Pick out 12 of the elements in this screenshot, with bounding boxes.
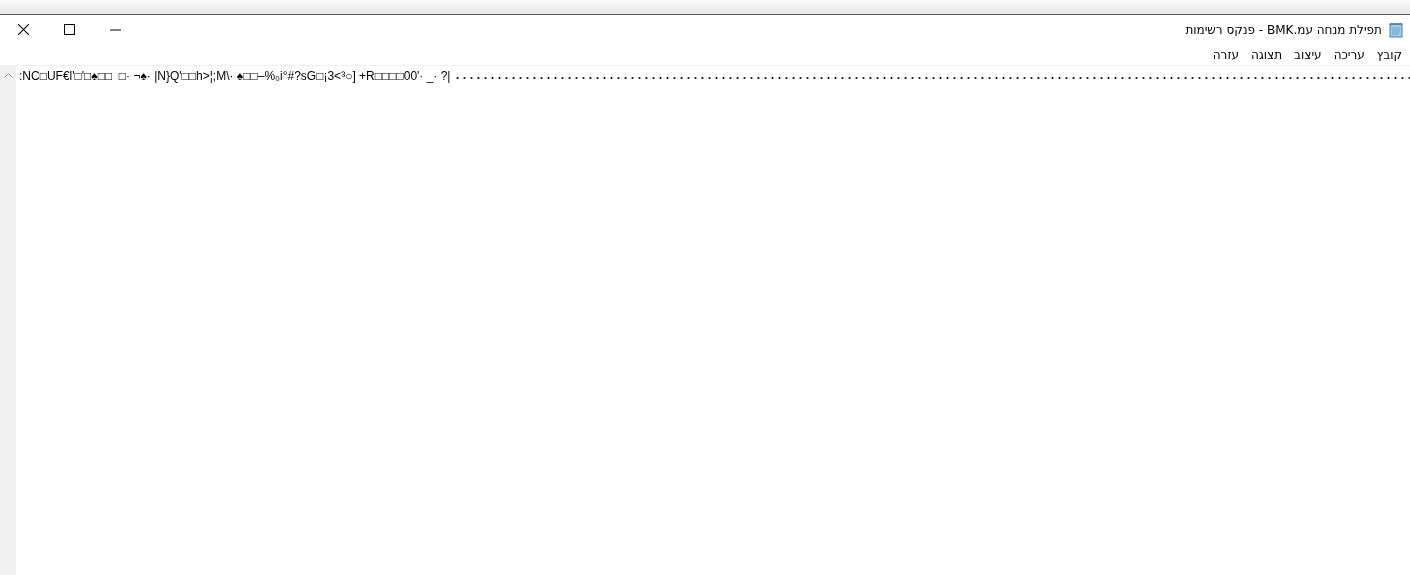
window-title: תפילת מנחה עמ.BMK - פנקס רשימות: [1185, 22, 1382, 37]
text-line: :NC□UF€l'□'□♠□□ □· ¬♠· |N}Q'□□h>¦;M\· ♠□□–%₀i°#?sG□¡3<³○] +R□□□□00'· _· ?|: [19, 69, 451, 83]
menu-item[interactable]: עריכה: [1327, 47, 1371, 62]
menu-item[interactable]: קובץ: [1370, 47, 1408, 62]
menu-item[interactable]: עיצוב: [1288, 47, 1328, 62]
scroll-up-icon: [3, 72, 13, 78]
menu-item[interactable]: עזרה: [1206, 47, 1246, 62]
close-icon: [17, 24, 29, 35]
notepad-icon: [1388, 21, 1404, 38]
menu-item[interactable]: תצוגה: [1245, 47, 1289, 62]
minimize-icon: [109, 28, 121, 31]
maximize-icon: [63, 24, 75, 35]
